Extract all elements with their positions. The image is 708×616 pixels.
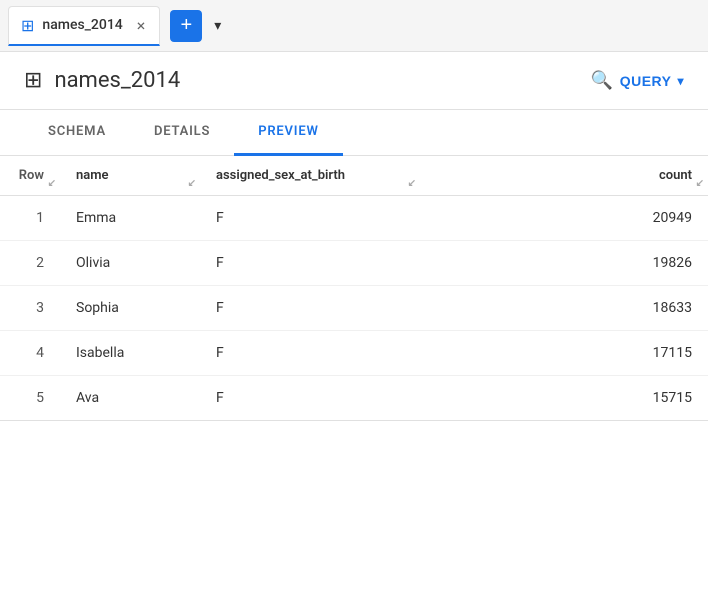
cell-count-2: 18633 <box>420 286 708 331</box>
tab-schema[interactable]: SCHEMA <box>24 110 130 156</box>
tab-label: names_2014 <box>42 17 122 33</box>
tab-close-button[interactable]: × <box>135 16 148 35</box>
table-row: 5 Ava F 15715 <box>0 376 708 421</box>
cell-row-2: 3 <box>0 286 60 331</box>
tab-details[interactable]: DETAILS <box>130 110 234 156</box>
header-table-icon: ⊞ <box>24 68 42 93</box>
query-dropdown-arrow: ▾ <box>677 74 684 88</box>
col-header-count: count ↙ <box>420 156 708 196</box>
search-icon: 🔍 <box>591 70 614 91</box>
col-header-name: name ↙ <box>60 156 200 196</box>
tab-bar: ⊞ names_2014 × + ▾ <box>0 0 708 52</box>
table-row: 2 Olivia F 19826 <box>0 241 708 286</box>
table-row: 4 Isabella F 17115 <box>0 331 708 376</box>
cell-name-4: Ava <box>60 376 200 421</box>
cell-row-3: 4 <box>0 331 60 376</box>
cell-row-1: 2 <box>0 241 60 286</box>
tab-preview[interactable]: PREVIEW <box>234 110 342 156</box>
cell-row-4: 5 <box>0 376 60 421</box>
resize-handle-sex[interactable]: ↙ <box>408 178 416 189</box>
tab-dropdown-button[interactable]: ▾ <box>208 14 227 38</box>
cell-count-3: 17115 <box>420 331 708 376</box>
data-table: Row ↙ name ↙ assigned_sex_at_birth ↙ cou… <box>0 156 708 421</box>
table-tab-icon: ⊞ <box>21 16 34 35</box>
table-row: 1 Emma F 20949 <box>0 196 708 241</box>
page-header: ⊞ names_2014 🔍 QUERY ▾ <box>0 52 708 110</box>
cell-sex-2: F <box>200 286 420 331</box>
query-button[interactable]: 🔍 QUERY ▾ <box>591 70 684 91</box>
cell-name-3: Isabella <box>60 331 200 376</box>
cell-row-0: 1 <box>0 196 60 241</box>
cell-sex-0: F <box>200 196 420 241</box>
cell-name-1: Olivia <box>60 241 200 286</box>
table-row: 3 Sophia F 18633 <box>0 286 708 331</box>
query-button-label: QUERY <box>620 73 672 89</box>
cell-sex-1: F <box>200 241 420 286</box>
tab-names-2014[interactable]: ⊞ names_2014 × <box>8 6 160 46</box>
col-header-row: Row ↙ <box>0 156 60 196</box>
view-tabs: SCHEMA DETAILS PREVIEW <box>0 110 708 156</box>
cell-count-4: 15715 <box>420 376 708 421</box>
cell-count-0: 20949 <box>420 196 708 241</box>
cell-sex-4: F <box>200 376 420 421</box>
resize-handle-row[interactable]: ↙ <box>48 178 56 189</box>
resize-handle-name[interactable]: ↙ <box>188 178 196 189</box>
cell-name-2: Sophia <box>60 286 200 331</box>
resize-handle-count[interactable]: ↙ <box>696 178 704 189</box>
table-header-row: Row ↙ name ↙ assigned_sex_at_birth ↙ cou… <box>0 156 708 196</box>
col-header-sex: assigned_sex_at_birth ↙ <box>200 156 420 196</box>
cell-sex-3: F <box>200 331 420 376</box>
page-title: names_2014 <box>54 68 578 93</box>
cell-count-1: 19826 <box>420 241 708 286</box>
add-tab-button[interactable]: + <box>170 10 202 42</box>
data-table-container: Row ↙ name ↙ assigned_sex_at_birth ↙ cou… <box>0 156 708 421</box>
cell-name-0: Emma <box>60 196 200 241</box>
